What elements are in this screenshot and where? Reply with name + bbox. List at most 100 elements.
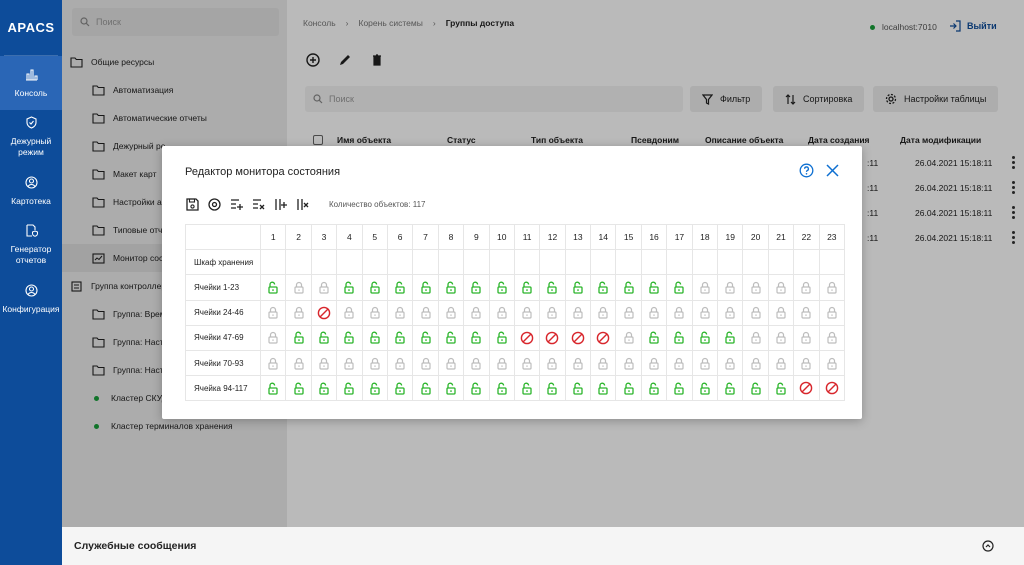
empty-cell[interactable] xyxy=(742,249,769,276)
locked-icon[interactable] xyxy=(793,299,820,326)
empty-cell[interactable] xyxy=(615,249,642,276)
empty-cell[interactable] xyxy=(640,249,668,276)
grid-column-header[interactable]: 6 xyxy=(386,223,414,251)
empty-cell[interactable] xyxy=(818,249,846,276)
locked-icon[interactable] xyxy=(818,324,846,351)
locked-icon[interactable] xyxy=(513,299,541,326)
open-lock-icon[interactable] xyxy=(437,274,465,301)
grid-column-header[interactable]: 15 xyxy=(615,223,642,251)
grid-row-label[interactable]: Ячейки 70-93 xyxy=(185,349,261,377)
open-lock-icon[interactable] xyxy=(437,375,465,402)
empty-cell[interactable] xyxy=(463,249,490,276)
grid-column-header[interactable]: 17 xyxy=(666,223,693,251)
grid-row-label[interactable]: Ячейки 24-46 xyxy=(185,299,261,326)
open-lock-icon[interactable] xyxy=(412,324,439,351)
remove-row-icon[interactable] xyxy=(251,197,266,212)
add-column-icon[interactable] xyxy=(273,197,288,212)
locked-icon[interactable] xyxy=(793,274,820,301)
empty-cell[interactable] xyxy=(793,249,820,276)
help-icon[interactable] xyxy=(799,163,814,178)
open-lock-icon[interactable] xyxy=(386,324,414,351)
locked-icon[interactable] xyxy=(259,324,287,351)
locked-icon[interactable] xyxy=(285,349,312,377)
grid-column-header[interactable]: 8 xyxy=(437,223,465,251)
blocked-icon[interactable] xyxy=(513,324,541,351)
empty-cell[interactable] xyxy=(310,249,338,276)
grid-column-header[interactable]: 3 xyxy=(310,223,338,251)
empty-cell[interactable] xyxy=(361,249,388,276)
chevron-up-circle-icon[interactable] xyxy=(982,540,994,552)
close-icon[interactable] xyxy=(825,163,840,178)
locked-icon[interactable] xyxy=(412,299,439,326)
empty-cell[interactable] xyxy=(285,249,312,276)
blocked-icon[interactable] xyxy=(818,375,846,402)
grid-row-label[interactable]: Ячейки 1-23 xyxy=(185,274,261,301)
locked-icon[interactable] xyxy=(285,299,312,326)
locked-icon[interactable] xyxy=(488,299,515,326)
open-lock-icon[interactable] xyxy=(361,375,388,402)
empty-cell[interactable] xyxy=(691,249,719,276)
open-lock-icon[interactable] xyxy=(666,324,693,351)
open-lock-icon[interactable] xyxy=(640,274,668,301)
locked-icon[interactable] xyxy=(437,349,465,377)
grid-column-header[interactable]: 1 xyxy=(259,223,287,251)
open-lock-icon[interactable] xyxy=(310,324,338,351)
grid-column-header[interactable]: 19 xyxy=(717,223,744,251)
locked-icon[interactable] xyxy=(818,274,846,301)
grid-row-label[interactable]: Шкаф хранения xyxy=(185,249,261,276)
locked-icon[interactable] xyxy=(361,349,388,377)
locked-icon[interactable] xyxy=(742,324,769,351)
open-lock-icon[interactable] xyxy=(412,274,439,301)
blocked-icon[interactable] xyxy=(590,324,617,351)
open-lock-icon[interactable] xyxy=(336,274,363,301)
open-lock-icon[interactable] xyxy=(767,375,795,402)
open-lock-icon[interactable] xyxy=(539,274,566,301)
grid-column-header[interactable]: 10 xyxy=(488,223,515,251)
locked-icon[interactable] xyxy=(767,349,795,377)
locked-icon[interactable] xyxy=(463,349,490,377)
open-lock-icon[interactable] xyxy=(640,375,668,402)
open-lock-icon[interactable] xyxy=(615,375,642,402)
locked-icon[interactable] xyxy=(640,349,668,377)
open-lock-icon[interactable] xyxy=(666,274,693,301)
empty-cell[interactable] xyxy=(336,249,363,276)
open-lock-icon[interactable] xyxy=(463,375,490,402)
locked-icon[interactable] xyxy=(437,299,465,326)
grid-column-header[interactable]: 20 xyxy=(742,223,769,251)
grid-column-header[interactable]: 18 xyxy=(691,223,719,251)
remove-column-icon[interactable] xyxy=(295,197,310,212)
grid-column-header[interactable]: 4 xyxy=(336,223,363,251)
open-lock-icon[interactable] xyxy=(666,375,693,402)
locked-icon[interactable] xyxy=(742,299,769,326)
open-lock-icon[interactable] xyxy=(717,324,744,351)
locked-icon[interactable] xyxy=(259,299,287,326)
grid-column-header[interactable]: 9 xyxy=(463,223,490,251)
rail-item-3[interactable]: Картотека xyxy=(0,164,62,218)
grid-column-header[interactable]: 11 xyxy=(513,223,541,251)
grid-column-header[interactable]: 22 xyxy=(793,223,820,251)
blocked-icon[interactable] xyxy=(793,375,820,402)
empty-cell[interactable] xyxy=(259,249,287,276)
locked-icon[interactable] xyxy=(336,349,363,377)
locked-icon[interactable] xyxy=(691,299,719,326)
locked-icon[interactable] xyxy=(691,274,719,301)
grid-row-label[interactable]: Ячейки 47-69 xyxy=(185,324,261,351)
locked-icon[interactable] xyxy=(412,349,439,377)
grid-column-header[interactable]: 16 xyxy=(640,223,668,251)
locked-icon[interactable] xyxy=(539,299,566,326)
locked-icon[interactable] xyxy=(717,299,744,326)
add-row-icon[interactable] xyxy=(229,197,244,212)
grid-column-header[interactable]: 5 xyxy=(361,223,388,251)
locked-icon[interactable] xyxy=(590,299,617,326)
grid-column-header[interactable]: 7 xyxy=(412,223,439,251)
locked-icon[interactable] xyxy=(361,299,388,326)
open-lock-icon[interactable] xyxy=(513,274,541,301)
rail-item-4[interactable]: Генератор отчетов xyxy=(0,218,62,272)
open-lock-icon[interactable] xyxy=(564,274,592,301)
blocked-icon[interactable] xyxy=(310,299,338,326)
open-lock-icon[interactable] xyxy=(285,375,312,402)
locked-icon[interactable] xyxy=(615,349,642,377)
locked-icon[interactable] xyxy=(463,299,490,326)
grid-column-header[interactable]: 21 xyxy=(767,223,795,251)
locked-icon[interactable] xyxy=(259,349,287,377)
